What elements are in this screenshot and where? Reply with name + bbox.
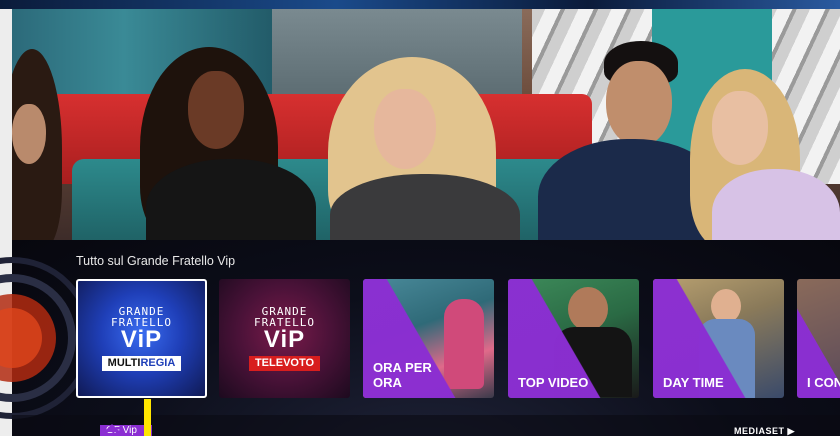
person-face <box>188 71 244 149</box>
tile-label: ORA PER ORA <box>373 360 432 390</box>
bottom-nav: GF Vip <box>12 415 840 436</box>
tile-top-video[interactable]: TOP VIDEO <box>508 279 639 398</box>
yellow-cursor-bar <box>144 399 151 436</box>
hero-image <box>12 9 840 249</box>
televoto-badge: TELEVOTO <box>248 356 321 371</box>
tile-cropped[interactable]: I CON <box>797 279 840 398</box>
person-body <box>330 174 520 249</box>
section-title: Tutto sul Grande Fratello Vip <box>76 254 236 268</box>
tile-televoto[interactable]: GRANDE FRATELLO ViP TELEVOTO <box>219 279 350 398</box>
badge-part-b: REGIA <box>140 357 176 369</box>
person-body <box>712 169 840 249</box>
badge-part-a: MULTI <box>107 357 141 369</box>
mediaset-logo: MEDIASET ▶ <box>734 426 795 436</box>
tile-label: DAY TIME <box>663 375 724 390</box>
tile-day-time[interactable]: DAY TIME <box>653 279 784 398</box>
tile-label: I CON <box>807 375 840 390</box>
tv-app-screen: Tutto sul Grande Fratello Vip GRANDE FRA… <box>0 0 840 436</box>
top-strip <box>0 0 840 9</box>
person-face <box>12 104 46 164</box>
gf-logo-vip: ViP <box>263 326 306 353</box>
gf-logo-vip: ViP <box>120 326 163 353</box>
person-face <box>374 89 436 169</box>
focus-indicator <box>104 424 120 432</box>
tile-multiregia[interactable]: GRANDE FRATELLO ViP MULTIREGIA <box>76 279 207 398</box>
person-face <box>606 61 672 147</box>
tile-ora-per-ora[interactable]: ORA PER ORA <box>363 279 494 398</box>
tile-label: TOP VIDEO <box>518 375 589 390</box>
person-face <box>712 91 768 165</box>
multiregia-badge: MULTIREGIA <box>101 356 182 371</box>
person-body <box>146 159 316 249</box>
